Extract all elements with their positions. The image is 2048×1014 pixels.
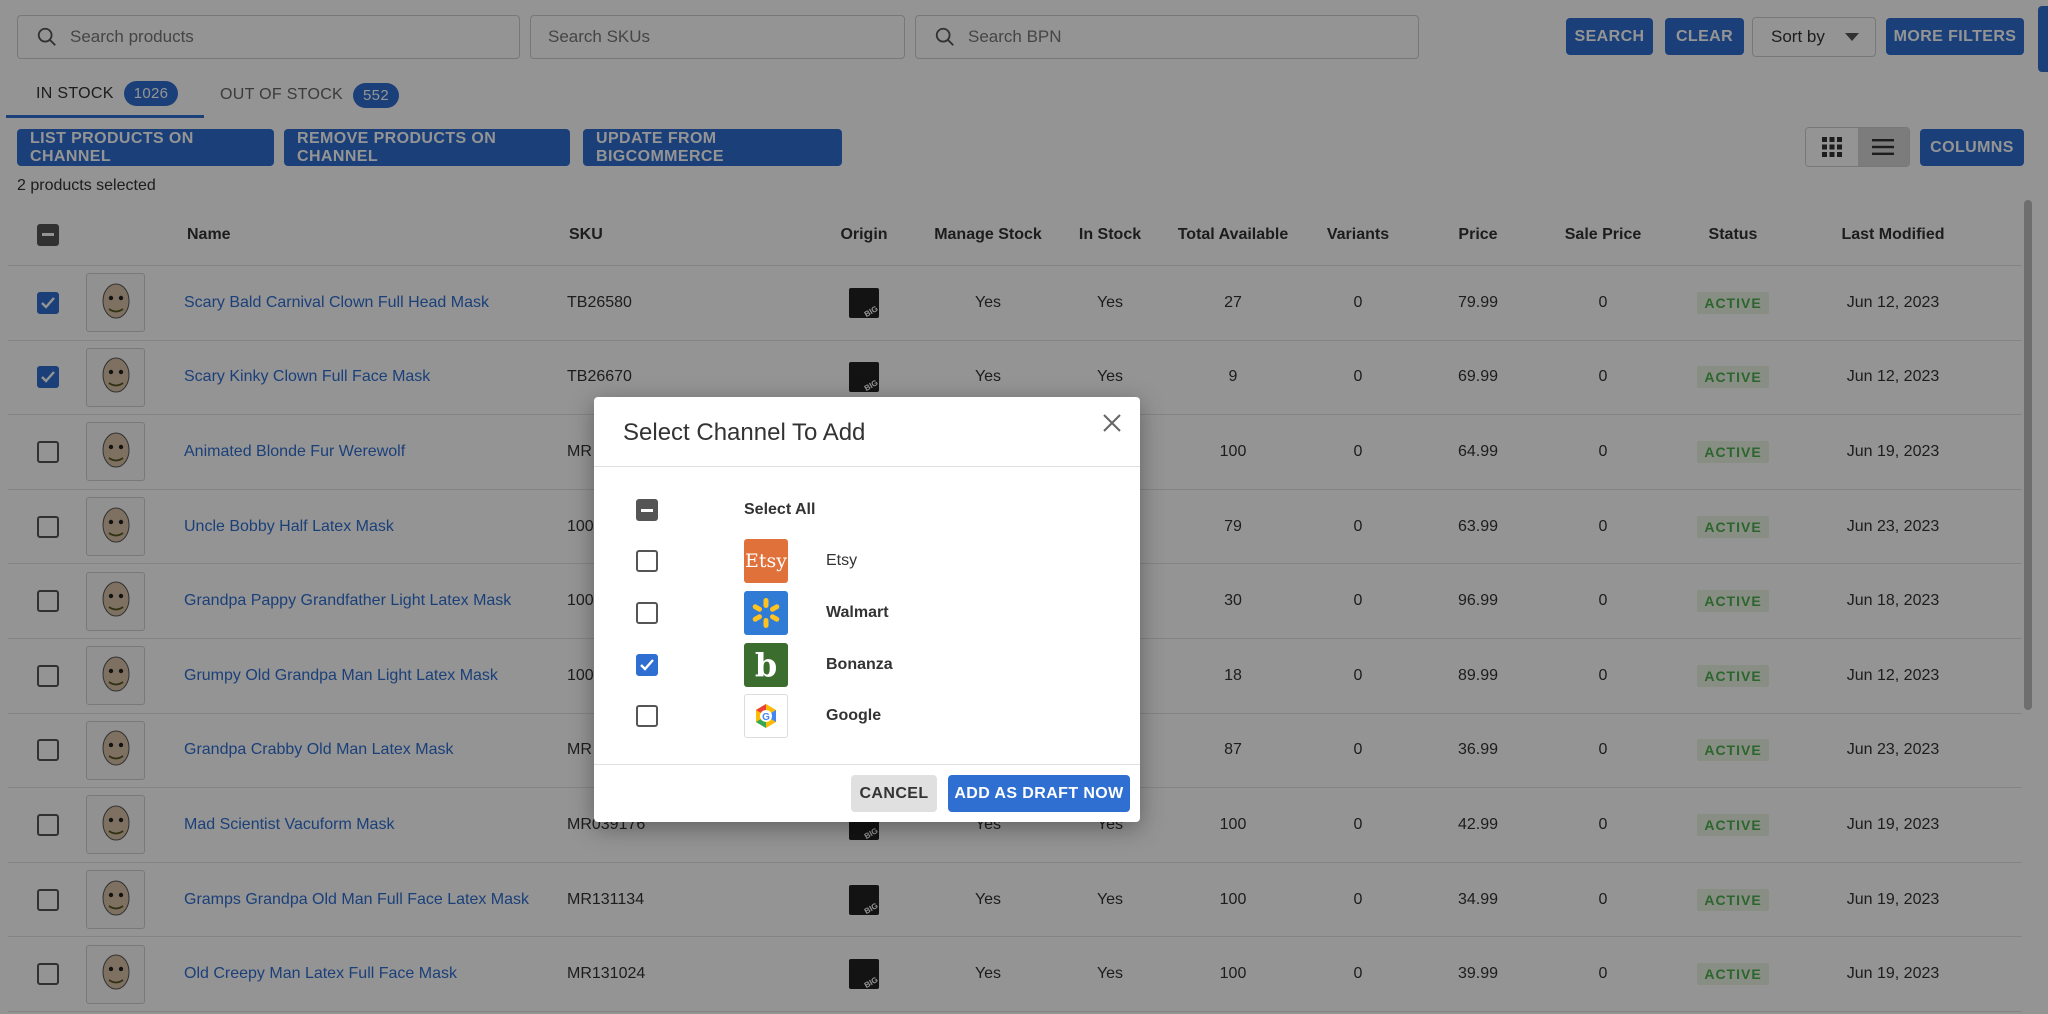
channel-checkbox-bonanza[interactable] — [636, 654, 658, 676]
select-all-channels-row[interactable]: Select All — [636, 487, 1076, 533]
add-as-draft-button[interactable]: ADD AS DRAFT NOW — [948, 775, 1130, 812]
channel-label-etsy: Etsy — [826, 552, 858, 569]
etsy-logo-text: Etsy — [745, 550, 787, 572]
svg-text:G: G — [762, 712, 770, 723]
channel-row-bonanza[interactable]: b Bonanza — [636, 642, 1076, 688]
dialog-title: Select Channel To Add — [623, 419, 866, 446]
channel-label-bonanza: Bonanza — [826, 656, 893, 673]
channel-row-google[interactable]: G Google — [636, 693, 1076, 739]
channel-checkbox-etsy[interactable] — [636, 550, 658, 572]
channel-row-etsy[interactable]: Etsy Etsy — [636, 538, 1076, 584]
close-icon — [1103, 414, 1121, 432]
dialog-divider — [594, 466, 1140, 467]
channel-label-google: Google — [826, 707, 882, 724]
channel-checkbox-google[interactable] — [636, 705, 658, 727]
channel-label-walmart: Walmart — [826, 604, 889, 621]
close-button[interactable] — [1098, 409, 1126, 437]
select-channel-dialog: Select Channel To Add Select All Etsy Et… — [594, 397, 1140, 822]
select-all-label: Select All — [744, 501, 816, 518]
channel-row-walmart[interactable]: Walmart — [636, 590, 1076, 636]
channel-checkbox-walmart[interactable] — [636, 602, 658, 624]
cancel-button[interactable]: CANCEL — [851, 775, 937, 812]
walmart-spark-icon — [744, 591, 788, 635]
google-shopping-icon: G — [744, 694, 788, 738]
bonanza-logo-text: b — [754, 646, 778, 684]
bonanza-logo-icon: b — [744, 643, 788, 687]
select-all-channels-checkbox[interactable] — [636, 499, 658, 521]
check-icon — [640, 659, 654, 671]
dialog-footer-divider — [594, 764, 1140, 765]
etsy-logo-icon: Etsy — [744, 539, 788, 583]
